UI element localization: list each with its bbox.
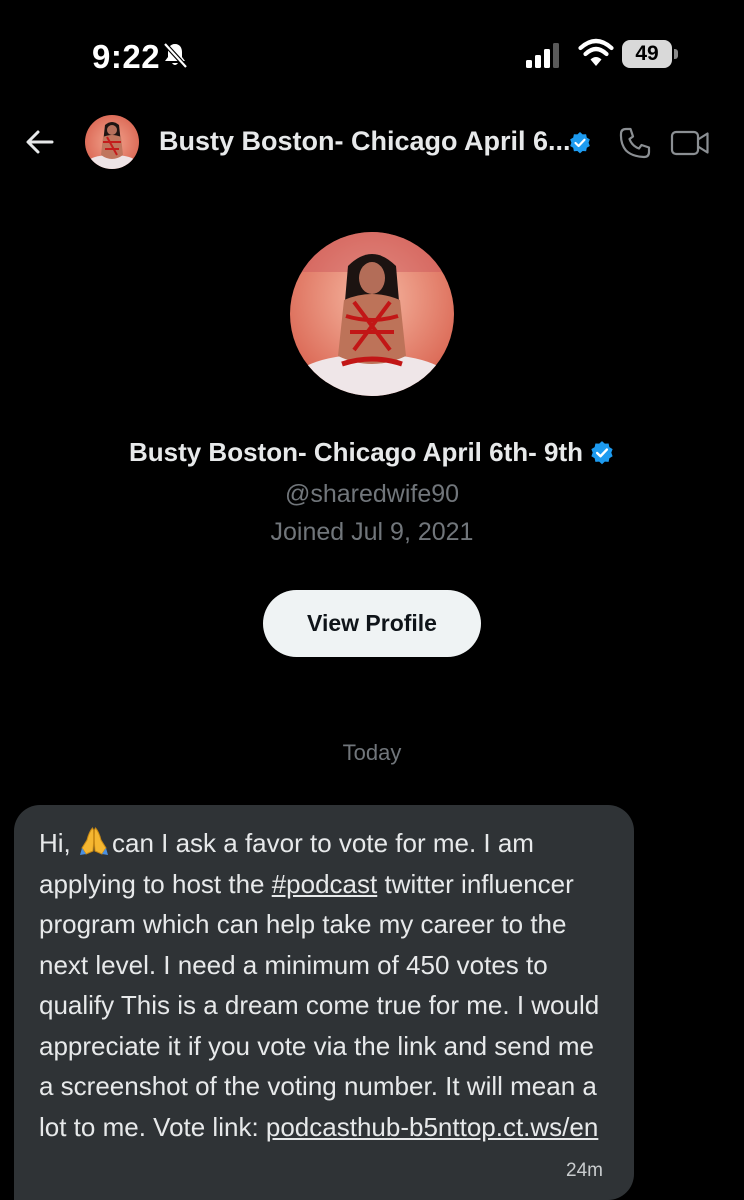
verified-badge-icon: [591, 440, 613, 464]
status-time: 9:22: [92, 38, 161, 75]
wifi-icon: [578, 38, 614, 66]
profile-joined-date: Joined Jul 9, 2021: [270, 518, 474, 546]
bell-slash-icon: [163, 42, 188, 69]
conversation-header: Busty Boston- Chicago April 6...: [0, 110, 744, 180]
battery-level: 49: [635, 42, 659, 65]
conversation-title[interactable]: Busty Boston- Chicago April 6...: [159, 126, 571, 157]
vote-link[interactable]: podcasthub-b5nttop.ct.ws/en: [266, 1112, 598, 1142]
battery-cap: [674, 49, 678, 59]
day-separator: Today: [342, 740, 402, 765]
hashtag-link[interactable]: #podcast: [272, 869, 378, 899]
view-profile-button[interactable]: View Profile: [263, 590, 481, 657]
avatar-image: [85, 115, 139, 169]
video-camera-icon[interactable]: [670, 127, 710, 159]
dm-conversation-screen: 9:22 49 Busty Boston- Chicago April 6...…: [0, 0, 744, 1200]
message-bubble[interactable]: Hi, can I ask a favor to vote for me. I …: [14, 805, 634, 1200]
profile-handle: @sharedwife90: [284, 480, 460, 508]
profile-name-row: Busty Boston- Chicago April 6th- 9th: [0, 437, 744, 468]
folded-hands-icon: [80, 827, 108, 855]
header-avatar[interactable]: [85, 115, 139, 169]
back-arrow-icon[interactable]: [24, 126, 56, 158]
battery-icon: 49: [622, 40, 678, 68]
profile-name: Busty Boston- Chicago April 6th- 9th: [128, 437, 584, 467]
phone-icon[interactable]: [618, 126, 652, 160]
profile-avatar[interactable]: [290, 232, 454, 396]
message-text: Hi, can I ask a favor to vote for me. I …: [39, 823, 610, 1147]
message-timestamp: 24m: [566, 1160, 603, 1181]
signal-icon: [526, 43, 559, 68]
status-bar: 9:22 49: [0, 0, 744, 110]
message-text-part: Hi,: [39, 828, 78, 858]
profile-avatar-image: [290, 232, 454, 396]
verified-badge-icon: [570, 132, 590, 154]
message-text-part: twitter influencer program which can hel…: [39, 868, 600, 1142]
